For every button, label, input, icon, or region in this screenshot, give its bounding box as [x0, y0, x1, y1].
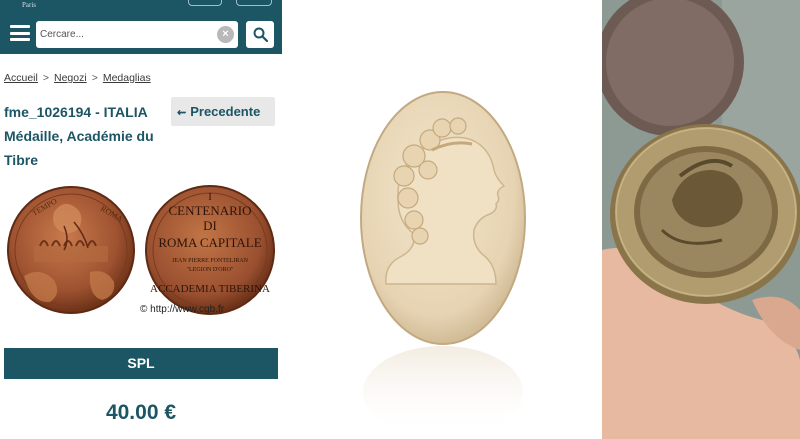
- previous-button[interactable]: ⇜ Precedente: [171, 97, 275, 126]
- clear-search-icon[interactable]: ×: [217, 26, 234, 43]
- header-top-strip: Paris: [0, 0, 282, 12]
- breadcrumb-separator: >: [42, 72, 49, 84]
- back-arrow-icon: ⇜: [177, 107, 187, 119]
- breadcrumb: Accueil > Negozi > Medaglias: [4, 72, 151, 84]
- search-icon: [253, 27, 268, 42]
- collage: Paris × Accueil>Negozi>Medaglias fme_102: [0, 0, 800, 439]
- product-price: 40.00 €: [105, 401, 177, 424]
- breadcrumb-shops-link[interactable]: Negozi: [54, 72, 87, 84]
- search-input[interactable]: [36, 21, 214, 48]
- grade-badge: SPL: [4, 348, 278, 379]
- previous-button-label: Precedente: [190, 104, 261, 119]
- breadcrumb-medals-link[interactable]: Medaglias: [103, 72, 151, 84]
- medal-reverse-line-4: ROMA CAPITALE: [158, 235, 261, 250]
- cameo-illustration: [360, 91, 526, 438]
- medal-reverse-line-2: CENTENARIO: [168, 203, 251, 218]
- image-watermark: © http://www.cgb.fr: [140, 304, 225, 315]
- medal-image-svg: TEMPO ROMA I CENTENARIO DI ROMA CAPITALE…: [7, 185, 275, 315]
- logo-tagline: Paris: [22, 1, 36, 9]
- cameo-photo: [282, 0, 602, 439]
- search-box: ×: [36, 21, 238, 48]
- cart-icon[interactable]: [236, 0, 272, 6]
- medal-reverse-line-6: "LEGION D'ORO": [187, 267, 234, 273]
- medal-reverse-line-1: I: [208, 192, 211, 203]
- medal-image[interactable]: TEMPO ROMA I CENTENARIO DI ROMA CAPITALE…: [4, 182, 278, 320]
- search-button[interactable]: [246, 21, 274, 48]
- medal-reverse-line-3: DI: [203, 218, 217, 233]
- breadcrumb-home-link[interactable]: Accueil: [4, 72, 38, 84]
- medal-obverse: TEMPO ROMA: [7, 186, 135, 314]
- medal-reverse-line-7: ACCADEMIA TIBERINA: [150, 283, 270, 295]
- breadcrumb-separator: >: [91, 72, 98, 84]
- product-title: fme_1026194 - ITALIA Médaille, Académie …: [4, 104, 154, 168]
- medal-reverse: I CENTENARIO DI ROMA CAPITALE JEAN PIERR…: [145, 185, 275, 315]
- medal-reverse-line-5: JEAN PIERRE FONTELIRAN: [172, 258, 249, 264]
- tray-photo: [602, 0, 800, 439]
- header-bar: ×: [0, 12, 282, 54]
- hamburger-menu-icon[interactable]: [10, 24, 30, 42]
- tray-illustration: [602, 0, 800, 439]
- account-icon[interactable]: [188, 0, 222, 6]
- shop-product-page: Paris × Accueil>Negozi>Medaglias fme_102: [0, 0, 282, 439]
